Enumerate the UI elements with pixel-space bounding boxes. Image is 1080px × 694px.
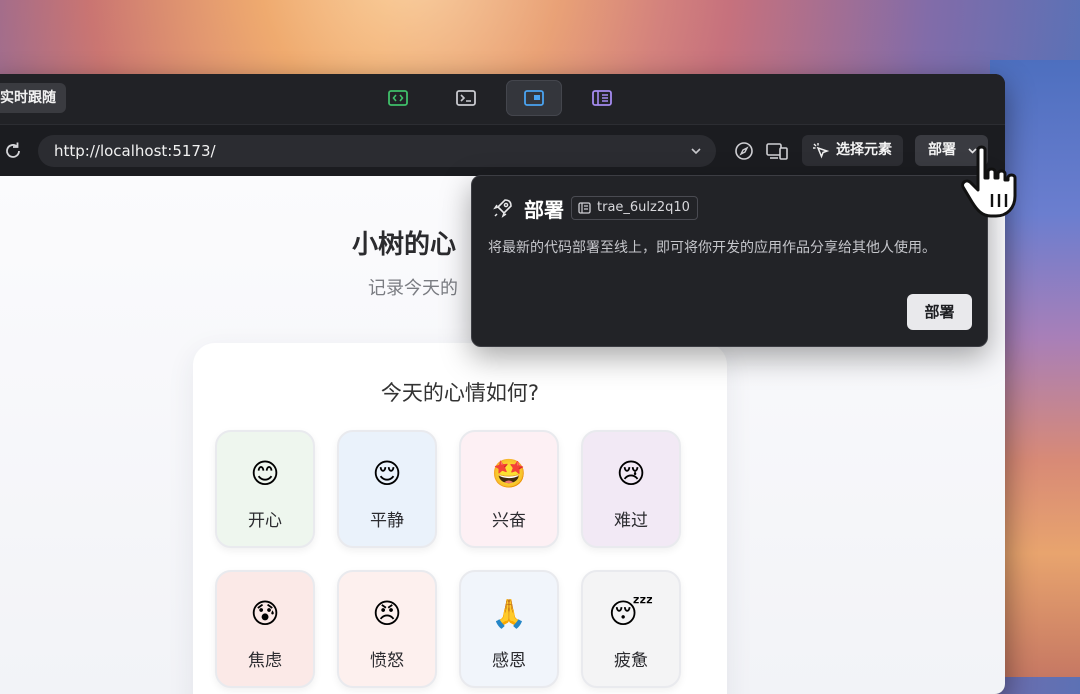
terminal-view-icon[interactable] <box>438 80 494 116</box>
rocket-icon <box>493 199 512 218</box>
chevron-down-icon[interactable] <box>690 145 702 157</box>
confirm-deploy-button[interactable]: 部署 <box>907 294 972 330</box>
mood-option[interactable]: 😴 疲惫 <box>581 570 681 688</box>
mood-label: 焦虑 <box>248 651 282 671</box>
mood-emoji: 🤩 <box>491 457 527 490</box>
mood-emoji: 🙏 <box>491 597 527 630</box>
project-tag-label: trae_6ulz2q10 <box>597 200 690 215</box>
hand-pointer-icon <box>961 145 1017 218</box>
code-view-icon[interactable] <box>370 80 426 116</box>
popover-description: 将最新的代码部署至线上，即可将你开发的应用作品分享给其他人使用。 <box>488 240 936 256</box>
mood-label: 难过 <box>614 511 648 531</box>
deploy-label: 部署 <box>928 142 956 158</box>
compass-icon[interactable] <box>734 141 754 161</box>
ide-window: 实时跟随 http://localhost:5173/ 选择元素 部署 小树的心… <box>0 74 1005 694</box>
mood-emoji: 😠 <box>372 597 402 630</box>
responsive-device-icon[interactable] <box>766 141 788 161</box>
mood-emoji: 😢 <box>616 457 646 490</box>
mood-label: 感恩 <box>492 651 526 671</box>
mood-option[interactable]: 😊 开心 <box>215 430 315 548</box>
select-element-button[interactable]: 选择元素 <box>802 135 903 166</box>
mood-option[interactable]: 🤩 兴奋 <box>459 430 559 548</box>
mood-label: 开心 <box>248 511 282 531</box>
mood-label: 疲惫 <box>614 651 648 671</box>
mood-label: 愤怒 <box>370 651 404 671</box>
browser-view-icon[interactable] <box>506 80 562 116</box>
mood-option[interactable]: 😢 难过 <box>581 430 681 548</box>
mood-question: 今天的心情如何? <box>380 381 540 405</box>
page-title: 小树的心 <box>352 230 457 260</box>
follow-toggle-button[interactable]: 实时跟随 <box>0 83 66 113</box>
mood-emoji: 😌 <box>372 457 402 490</box>
mood-option[interactable]: 😠 愤怒 <box>337 570 437 688</box>
deploy-popover: 部署 trae_6ulz2q10 将最新的代码部署至线上，即可将你开发的应用作品… <box>471 175 988 347</box>
url-input[interactable]: http://localhost:5173/ <box>38 135 716 167</box>
mood-emoji: 😊 <box>250 457 280 490</box>
popover-title: 部署 <box>524 198 564 222</box>
mood-card: 今天的心情如何? 😊 开心 😌 平静 🤩 兴奋 😢 难过 😰 焦虑 😠 愤怒 🙏 感恩 😴 疲惫 <box>193 343 727 694</box>
cursor-select-icon <box>813 142 830 159</box>
mood-label: 平静 <box>370 511 404 531</box>
project-tag: trae_6ulz2q10 <box>571 196 698 220</box>
docs-view-icon[interactable] <box>574 80 630 116</box>
project-icon <box>578 202 591 214</box>
top-toolbar: 实时跟随 <box>0 74 1005 124</box>
page-subtitle: 记录今天的 <box>368 278 458 299</box>
mood-option[interactable]: 😌 平静 <box>337 430 437 548</box>
mood-option[interactable]: 🙏 感恩 <box>459 570 559 688</box>
mood-label: 兴奋 <box>492 511 526 531</box>
mood-emoji: 😴 <box>608 597 654 630</box>
address-bar-row: http://localhost:5173/ 选择元素 部署 <box>0 124 1005 177</box>
mood-option[interactable]: 😰 焦虑 <box>215 570 315 688</box>
select-element-label: 选择元素 <box>836 142 892 158</box>
mood-emoji: 😰 <box>250 597 280 630</box>
reload-icon[interactable] <box>2 140 24 162</box>
view-switcher <box>370 80 630 116</box>
url-text: http://localhost:5173/ <box>54 142 216 160</box>
